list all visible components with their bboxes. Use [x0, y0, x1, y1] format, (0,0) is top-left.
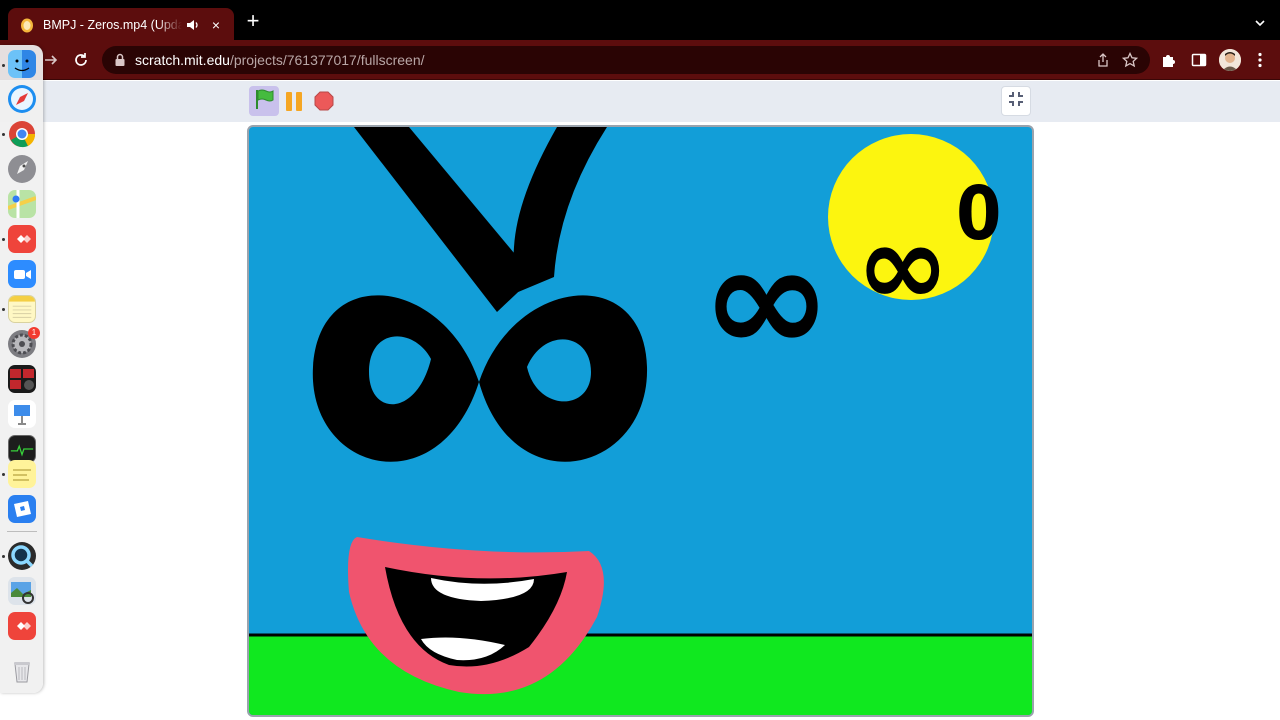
trash-icon[interactable] [8, 657, 36, 685]
launchpad-icon[interactable] [8, 155, 36, 183]
running-indicator [2, 308, 5, 311]
exit-fullscreen-button[interactable] [1001, 86, 1031, 116]
scratch-stage[interactable]: ∞ ∞ 0 [247, 125, 1034, 717]
zero-exponent: 0 [956, 171, 1002, 257]
puzzle-extensions-icon[interactable] [1161, 52, 1177, 68]
grass-ground [249, 635, 1032, 715]
chevron-down-icon[interactable] [1254, 16, 1266, 28]
running-indicator [2, 133, 5, 136]
maps-icon[interactable] [8, 190, 36, 218]
macos-dock: 1 [0, 45, 43, 693]
dock-separator [7, 531, 37, 532]
roblox-icon[interactable] [8, 495, 36, 523]
running-indicator [2, 238, 5, 241]
green-flag-button[interactable] [249, 86, 279, 116]
system-preferences-icon[interactable]: 1 [8, 327, 40, 358]
url-host: scratch.mit.edu [135, 52, 230, 68]
scratch-cat-icon [20, 17, 34, 33]
pause-button[interactable] [283, 90, 305, 112]
keynote-icon[interactable] [8, 400, 36, 428]
anydesk-icon[interactable] [8, 225, 36, 253]
preview-icon[interactable] [8, 577, 36, 605]
activity-monitor-icon[interactable] [8, 435, 36, 463]
url-text: scratch.mit.edu/projects/761377017/fulls… [135, 52, 425, 68]
notification-badge: 1 [28, 327, 40, 339]
small-infinity-symbol: ∞ [700, 213, 833, 387]
anydesk-icon[interactable] [8, 612, 36, 640]
photo-booth-icon[interactable] [8, 365, 36, 393]
exit-fullscreen-icon [1007, 90, 1025, 113]
lock-icon[interactable] [114, 53, 126, 67]
notes-icon[interactable] [8, 295, 36, 323]
address-bar[interactable]: scratch.mit.edu/projects/761377017/fulls… [102, 46, 1150, 74]
reload-icon[interactable] [72, 51, 90, 69]
chrome-icon[interactable] [8, 120, 36, 148]
pause-icon-bar-left [286, 91, 292, 111]
profile-avatar[interactable] [1219, 49, 1241, 71]
star-icon[interactable] [1121, 51, 1139, 68]
finder-icon[interactable] [8, 50, 36, 78]
safari-icon[interactable] [8, 85, 36, 113]
side-panel-icon[interactable] [1191, 52, 1207, 68]
new-tab-button[interactable]: + [244, 10, 262, 32]
sun-infinity-symbol: ∞ [856, 201, 950, 331]
tab-bar: BMPJ - Zeros.mp4 (Updated) × + [0, 0, 1280, 42]
stop-button[interactable] [313, 90, 335, 112]
big-infinity-character [312, 127, 648, 462]
url-path: /projects/761377017/fullscreen/ [229, 52, 425, 68]
pause-icon-bar-right [296, 91, 302, 111]
forward-arrow-icon[interactable] [42, 51, 60, 69]
speaker-icon[interactable] [186, 18, 200, 32]
browser-tab[interactable]: BMPJ - Zeros.mp4 (Updated) × [8, 8, 234, 42]
running-indicator [2, 64, 5, 67]
share-icon[interactable] [1096, 53, 1110, 67]
browser-toolbar: scratch.mit.edu/projects/761377017/fulls… [0, 40, 1280, 80]
player-controls-bar [0, 81, 1280, 122]
running-indicator [2, 473, 5, 476]
tab-close-button[interactable]: × [208, 17, 224, 33]
quicktime-icon[interactable] [8, 542, 36, 570]
tab-title: BMPJ - Zeros.mp4 (Updated) [43, 18, 182, 32]
green-flag-icon [253, 88, 275, 115]
stop-icon [314, 91, 334, 111]
stickies-icon[interactable] [8, 460, 36, 488]
running-indicator [2, 555, 5, 558]
kebab-menu-icon[interactable] [1253, 51, 1267, 69]
zoom-icon[interactable] [8, 260, 36, 288]
